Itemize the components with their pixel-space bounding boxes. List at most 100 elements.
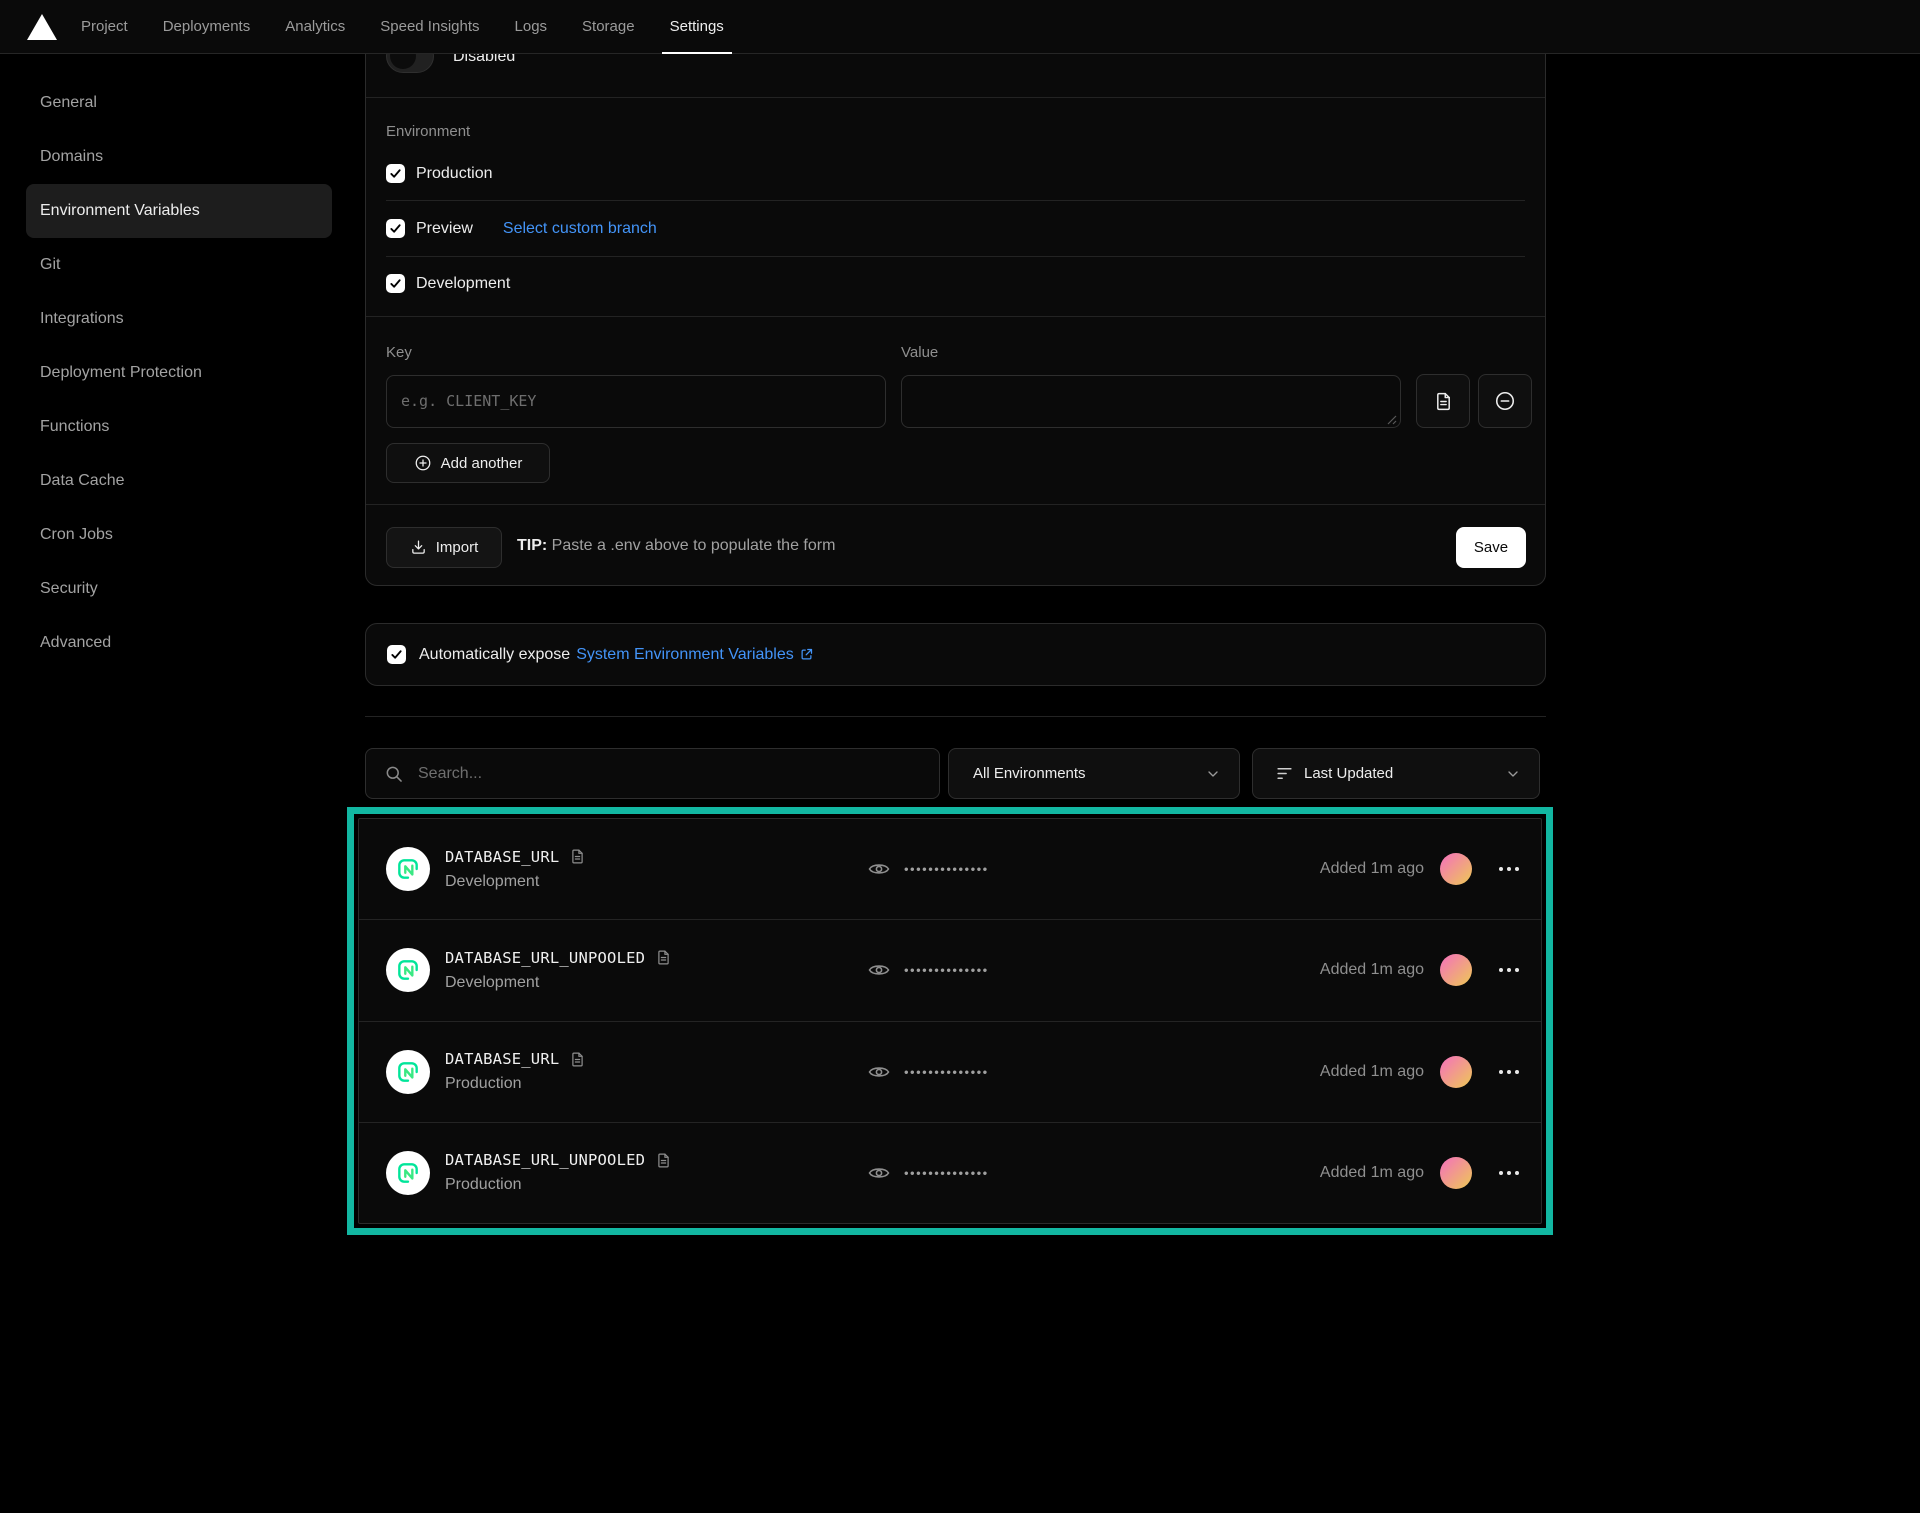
env-var-key: DATABASE_URL [445, 848, 559, 866]
row-actions-menu[interactable] [1497, 966, 1521, 974]
note-icon[interactable] [569, 848, 586, 865]
nav-tab-project[interactable]: Project [79, 0, 130, 53]
tip-text: Paste a .env above to populate the form [547, 537, 835, 554]
nav-tab-settings[interactable]: Settings [668, 0, 726, 53]
row-actions-menu[interactable] [1497, 865, 1521, 873]
divider [365, 716, 1546, 717]
neon-integration-icon [386, 1151, 430, 1195]
nav-tab-deployments[interactable]: Deployments [161, 0, 253, 53]
sidebar-item-environment-variables[interactable]: Environment Variables [26, 184, 332, 238]
file-text-icon [1433, 391, 1454, 412]
env-var-list: DATABASE_URL Development •••••••••••••• … [358, 818, 1542, 1224]
download-icon [410, 539, 427, 556]
system-env-card: Automatically expose System Environment … [365, 623, 1546, 686]
note-icon[interactable] [569, 1051, 586, 1068]
import-button[interactable]: Import [386, 527, 502, 568]
sort-value: Last Updated [1304, 765, 1393, 782]
add-another-button[interactable]: Add another [386, 443, 550, 483]
env-var-key: DATABASE_URL [445, 1050, 559, 1068]
auto-expose-checkbox[interactable] [387, 645, 406, 664]
production-label: Production [416, 165, 493, 183]
import-label: Import [436, 539, 479, 556]
sidebar-item-functions[interactable]: Functions [26, 400, 332, 454]
vercel-logo-icon[interactable] [27, 13, 57, 40]
sidebar-item-integrations[interactable]: Integrations [26, 292, 332, 346]
system-env-variables-link[interactable]: System Environment Variables [576, 646, 814, 664]
env-var-row[interactable]: DATABASE_URL_UNPOOLED Production •••••••… [359, 1122, 1541, 1223]
nav-tab-logs[interactable]: Logs [513, 0, 550, 53]
sidebar-item-domains[interactable]: Domains [26, 130, 332, 184]
env-var-environment: Development [445, 873, 586, 891]
environment-section-label: Environment [386, 123, 470, 140]
search-input[interactable] [418, 765, 939, 783]
import-tip: TIP: Paste a .env above to populate the … [517, 537, 835, 555]
row-actions-menu[interactable] [1497, 1068, 1521, 1076]
added-timestamp: Added 1m ago [1320, 961, 1424, 979]
added-timestamp: Added 1m ago [1320, 860, 1424, 878]
row-actions-menu[interactable] [1497, 1169, 1521, 1177]
sidebar-item-data-cache[interactable]: Data Cache [26, 454, 332, 508]
added-timestamp: Added 1m ago [1320, 1164, 1424, 1182]
divider [386, 256, 1525, 257]
masked-value: •••••••••••••• [904, 1165, 989, 1180]
environment-row-development: Development [386, 274, 510, 293]
avatar [1440, 954, 1472, 986]
reveal-value-eye-icon[interactable] [867, 1060, 891, 1084]
sidebar-item-deployment-protection[interactable]: Deployment Protection [26, 346, 332, 400]
sidebar-item-git[interactable]: Git [26, 238, 332, 292]
neon-integration-icon [386, 1050, 430, 1094]
avatar [1440, 853, 1472, 885]
sidebar-item-advanced[interactable]: Advanced [26, 616, 332, 670]
reveal-value-eye-icon[interactable] [867, 958, 891, 982]
remove-row-button[interactable] [1478, 374, 1532, 428]
env-list-highlight-border: DATABASE_URL Development •••••••••••••• … [347, 807, 1553, 1235]
reveal-value-eye-icon[interactable] [867, 1161, 891, 1185]
search-box [365, 748, 940, 799]
env-var-texts: DATABASE_URL_UNPOOLED Production [445, 1151, 672, 1194]
note-icon[interactable] [655, 949, 672, 966]
save-button[interactable]: Save [1456, 527, 1526, 568]
sidebar-item-cron-jobs[interactable]: Cron Jobs [26, 508, 332, 562]
avatar [1440, 1056, 1472, 1088]
masked-value: •••••••••••••• [904, 1064, 989, 1079]
note-icon[interactable] [655, 1152, 672, 1169]
minus-circle-icon [1494, 390, 1516, 412]
masked-value: •••••••••••••• [904, 963, 989, 978]
ellipsis-icon [1497, 1169, 1521, 1177]
env-var-row[interactable]: DATABASE_URL Development •••••••••••••• … [359, 819, 1541, 919]
key-input[interactable] [386, 375, 886, 428]
value-input[interactable] [901, 375, 1401, 428]
nav-tab-analytics[interactable]: Analytics [283, 0, 347, 53]
chevron-down-icon [1505, 766, 1521, 782]
ellipsis-icon [1497, 966, 1521, 974]
production-checkbox[interactable] [386, 164, 405, 183]
env-var-texts: DATABASE_URL Development [445, 848, 586, 891]
chevron-down-icon [1205, 766, 1221, 782]
environment-filter-dropdown[interactable]: All Environments [948, 748, 1240, 799]
sidebar-item-general[interactable]: General [26, 76, 332, 130]
add-another-label: Add another [441, 455, 523, 472]
avatar [1440, 1157, 1472, 1189]
auto-expose-label: Automatically expose [419, 646, 570, 664]
nav-tab-speed-insights[interactable]: Speed Insights [378, 0, 481, 53]
sidebar-item-security[interactable]: Security [26, 562, 332, 616]
env-var-row[interactable]: DATABASE_URL Production •••••••••••••• A… [359, 1021, 1541, 1122]
select-custom-branch-link[interactable]: Select custom branch [503, 220, 657, 238]
ellipsis-icon [1497, 1068, 1521, 1076]
nav-tab-storage[interactable]: Storage [580, 0, 637, 53]
env-var-row[interactable]: DATABASE_URL_UNPOOLED Development ••••••… [359, 919, 1541, 1020]
environment-filter-value: All Environments [973, 765, 1086, 782]
reveal-value-eye-icon[interactable] [867, 857, 891, 881]
system-env-variables-link-text: System Environment Variables [576, 646, 794, 664]
page: Project Deployments Analytics Speed Insi… [0, 0, 1920, 1513]
value-label: Value [901, 344, 938, 361]
preview-checkbox[interactable] [386, 219, 405, 238]
env-var-key: DATABASE_URL_UNPOOLED [445, 1151, 645, 1169]
sort-dropdown[interactable]: Last Updated [1252, 748, 1540, 799]
search-icon [384, 764, 404, 784]
divider [366, 316, 1545, 317]
development-label: Development [416, 275, 510, 293]
divider [366, 504, 1545, 505]
development-checkbox[interactable] [386, 274, 405, 293]
paste-env-button[interactable] [1416, 374, 1470, 428]
